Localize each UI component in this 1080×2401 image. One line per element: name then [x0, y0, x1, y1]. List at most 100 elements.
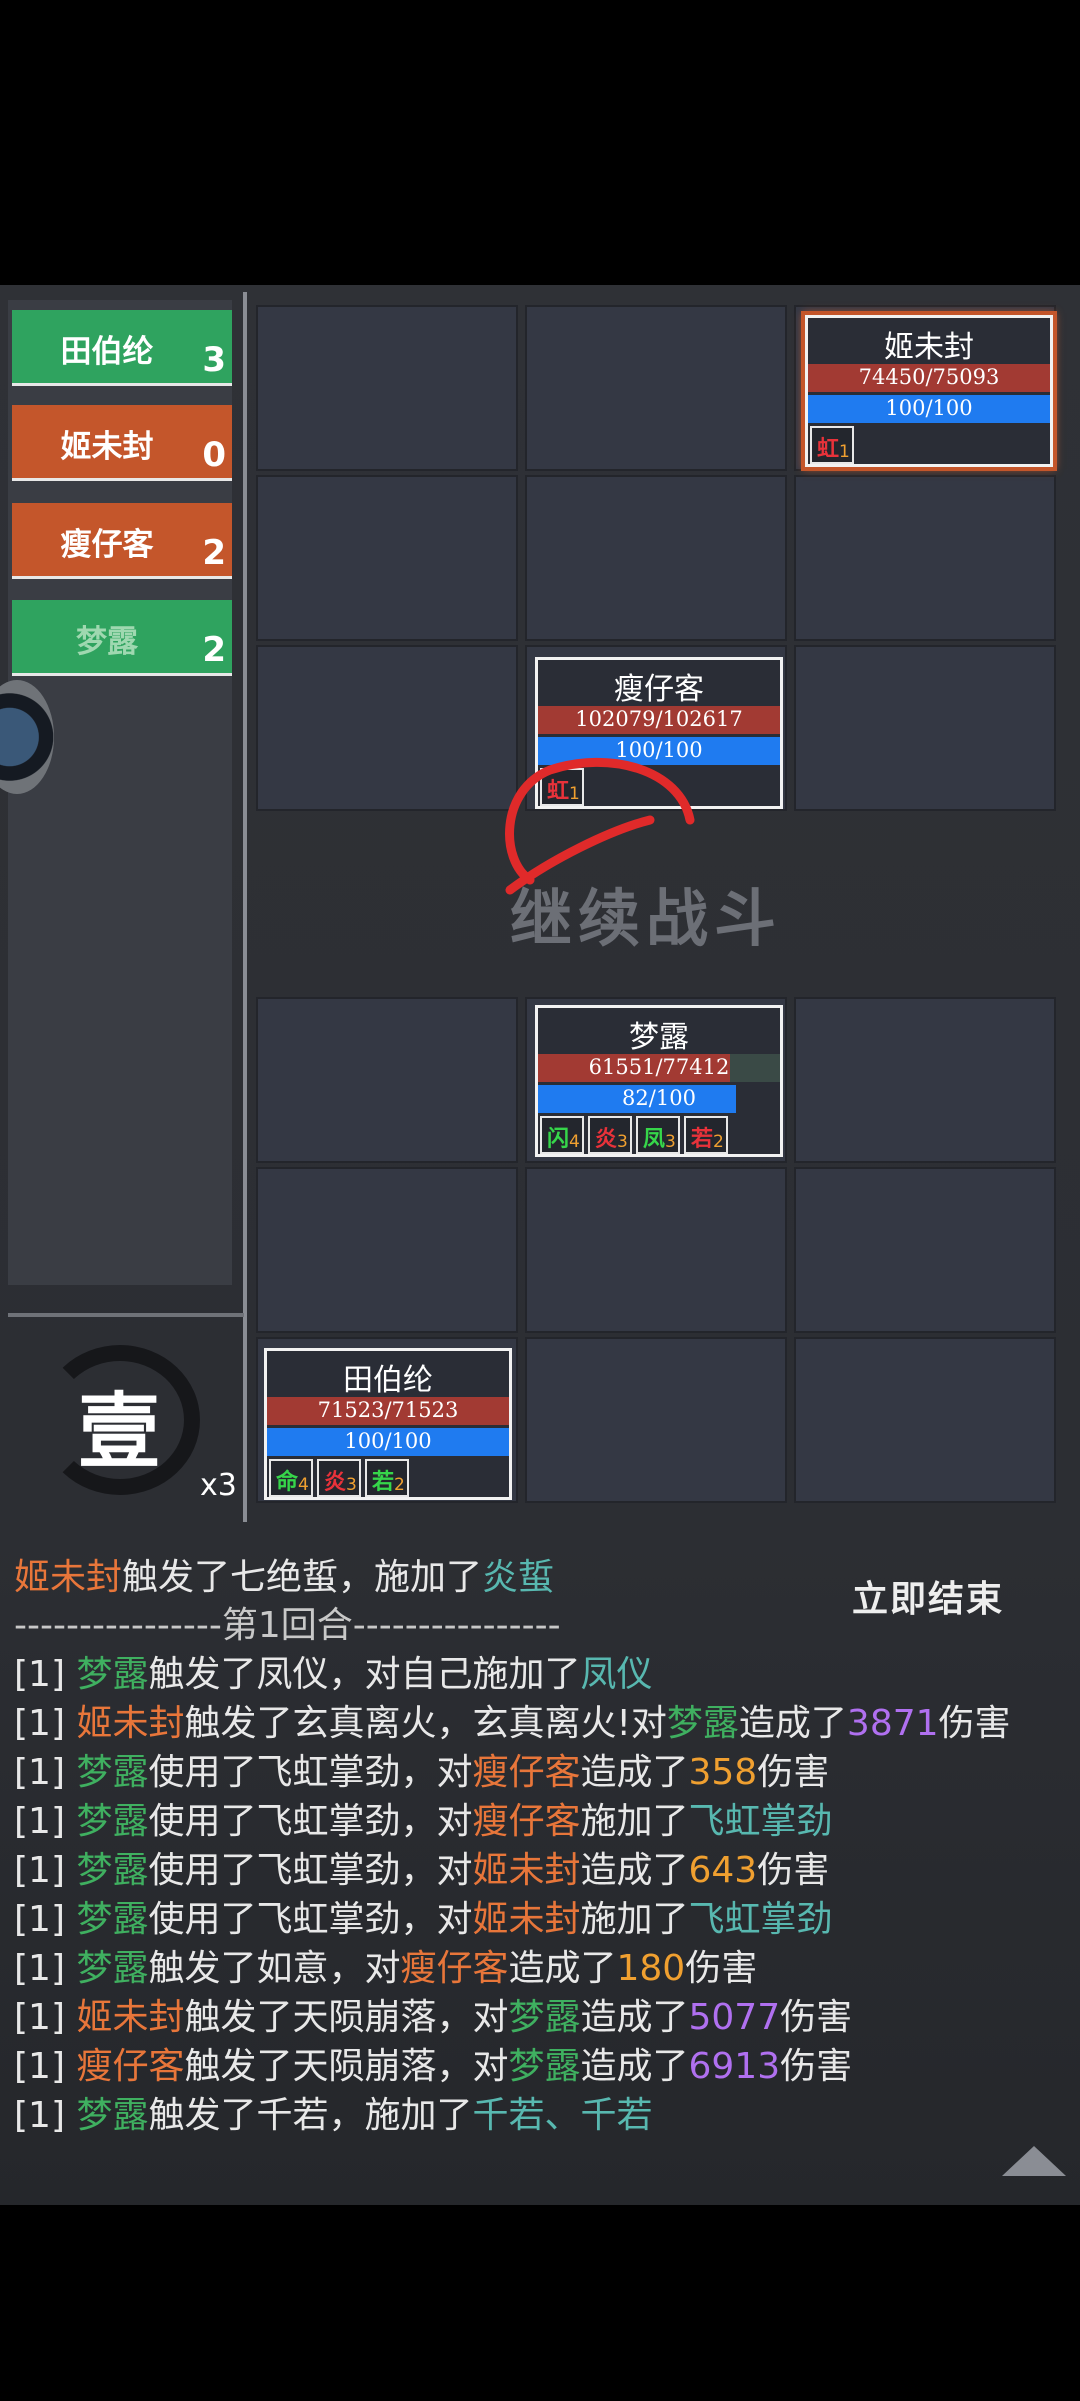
unit-count: 0 [202, 435, 226, 475]
log-line: [1] 梦露使用了飞虹掌劲，对姬未封施加了飞虹掌劲 [14, 1890, 833, 1942]
log-line: [1] 梦露触发了如意，对瘦仔客造成了180伤害 [14, 1939, 757, 1991]
grid-cell[interactable] [256, 1167, 518, 1333]
log-segment: 梦露 [76, 1752, 149, 1793]
grid-cell[interactable] [794, 1337, 1056, 1503]
log-segment: 梦露 [76, 1899, 149, 1940]
unit-tab-shou-zaike[interactable]: 瘦仔客 2 [12, 503, 232, 579]
log-line: [1] 梦露使用了飞虹掌劲，对瘦仔客施加了飞虹掌劲 [14, 1792, 833, 1844]
log-segment: [1] [14, 1997, 77, 2038]
mp-text: 100/100 [344, 1429, 432, 1453]
hp-text: 74450/75093 [858, 365, 1000, 389]
unit-card-menglu[interactable]: 梦露 61551/77412 82/100 闪4 炎3 凤3 若2 [535, 1005, 783, 1157]
unit-count: 2 [202, 533, 226, 573]
status-badge: 若2 [684, 1116, 728, 1154]
log-segment: 凤仪 [580, 1654, 653, 1695]
log-segment: [1] [14, 1801, 77, 1842]
log-segment: 触发了千若，施加了 [148, 2095, 473, 2136]
unit-card-name: 瘦仔客 [614, 672, 704, 707]
grid-cell[interactable] [525, 475, 787, 641]
log-segment: 5077 [688, 1997, 781, 2038]
unit-count: 3 [202, 340, 226, 380]
log-segment: 造成了 [738, 1703, 847, 1744]
log-segment: 使用了飞虹掌劲，对 [148, 1801, 473, 1842]
unit-tab-menglu[interactable]: 梦露 2 [12, 600, 232, 676]
unit-tab-ji-weifeng[interactable]: 姬未封 0 [12, 405, 232, 481]
log-segment: 姬未封 [76, 1997, 185, 2038]
mp-bar: 82/100 [538, 1085, 780, 1113]
hp-bar: 102079/102617 [538, 706, 780, 734]
log-segment: 触发了天陨崩落，对 [184, 2046, 509, 2087]
scroll-up-arrow-icon[interactable] [1002, 2146, 1066, 2176]
status-badge: 命4 [269, 1459, 313, 1497]
log-segment: 使用了飞虹掌劲，对 [148, 1850, 473, 1891]
log-segment: 梦露 [76, 1801, 149, 1842]
status-badge: 炎3 [588, 1116, 632, 1154]
grid-cell[interactable] [794, 1167, 1056, 1333]
mp-text: 82/100 [622, 1086, 696, 1110]
log-segment: 梦露 [76, 1654, 149, 1695]
log-line: [1] 姬未封触发了天陨崩落，对梦露造成了5077伤害 [14, 1988, 852, 2040]
log-segment: 180 [616, 1948, 686, 1989]
log-segment: 造成了 [580, 1850, 689, 1891]
grid-cell[interactable] [525, 1337, 787, 1503]
unit-card-name: 姬未封 [884, 330, 974, 365]
sidebar-divider [243, 292, 247, 1522]
status-badge: 闪4 [540, 1116, 584, 1154]
round-indicator: 壹 [78, 1384, 161, 1480]
log-segment: 梦露 [666, 1703, 739, 1744]
log-segment: [1] [14, 1899, 77, 1940]
unit-tab-tian-bolun[interactable]: 田伯纶 3 [12, 310, 232, 386]
mp-text: 100/100 [885, 396, 973, 420]
log-segment: 伤害 [757, 1850, 830, 1891]
log-segment: 6913 [688, 2046, 781, 2087]
log-segment: 触发了如意，对 [148, 1948, 401, 1989]
log-segment: 炎蜇 [482, 1557, 555, 1598]
hp-text: 71523/71523 [317, 1398, 459, 1422]
log-segment: 梦露 [76, 1948, 149, 1989]
speed-multiplier-button[interactable]: x3 [200, 1468, 237, 1503]
hp-bar: 74450/75093 [808, 364, 1050, 392]
unit-name: 姬未封 [60, 429, 154, 465]
grid-cell[interactable] [525, 305, 787, 471]
log-segment: 梦露 [508, 2046, 581, 2087]
log-line: 姬未封触发了七绝蜇，施加了炎蜇 [14, 1548, 554, 1600]
log-segment: 触发了玄真离火，玄真离火!对 [184, 1703, 667, 1744]
grid-cell[interactable] [525, 1167, 787, 1333]
hp-text: 102079/102617 [575, 707, 743, 731]
log-line: [1] 姬未封触发了玄真离火，玄真离火!对梦露造成了3871伤害 [14, 1694, 1011, 1746]
unit-card-tian-bolun[interactable]: 田伯纶 71523/71523 100/100 命4 炎3 若2 [264, 1348, 512, 1500]
log-segment: [1] [14, 1752, 77, 1793]
log-line: [1] 瘦仔客触发了天陨崩落，对梦露造成了6913伤害 [14, 2037, 852, 2089]
mp-bar: 100/100 [808, 395, 1050, 423]
log-segment: 触发了七绝蜇，施加了 [122, 1557, 483, 1598]
grid-cell[interactable] [794, 997, 1056, 1163]
log-segment: 姬未封 [472, 1899, 581, 1940]
log-segment: 伤害 [780, 1997, 853, 2038]
status-badge: 凤3 [636, 1116, 680, 1154]
grid-cell[interactable] [256, 997, 518, 1163]
log-line: [1] 梦露触发了凤仪，对自己施加了凤仪 [14, 1645, 652, 1697]
log-segment: 瘦仔客 [472, 1801, 581, 1842]
log-line: [1] 梦露使用了飞虹掌劲，对姬未封造成了643伤害 [14, 1841, 829, 1893]
unit-count: 2 [202, 630, 226, 670]
log-segment: 造成了 [580, 1997, 689, 2038]
log-segment: 姬未封 [76, 1703, 185, 1744]
log-segment: 梦露 [76, 2095, 149, 2136]
log-segment: [1] [14, 2095, 77, 2136]
grid-cell[interactable] [794, 475, 1056, 641]
unit-name: 梦露 [76, 624, 138, 660]
end-now-button[interactable]: 立即结束 [852, 1570, 1004, 1622]
log-segment: 姬未封 [472, 1850, 581, 1891]
hp-bar: 71523/71523 [267, 1397, 509, 1425]
grid-cell[interactable] [256, 645, 518, 811]
log-segment: 造成了 [580, 2046, 689, 2087]
status-badge: 炎3 [317, 1459, 361, 1497]
grid-cell[interactable] [794, 645, 1056, 811]
grid-cell[interactable] [256, 305, 518, 471]
unit-name: 田伯纶 [60, 334, 154, 370]
log-segment: 梦露 [76, 1850, 149, 1891]
grid-cell[interactable] [256, 475, 518, 641]
unit-card-ji-weifeng[interactable]: 姬未封 74450/75093 100/100 虹1 [805, 315, 1053, 467]
log-segment: 施加了 [580, 1899, 689, 1940]
log-segment: 姬未封 [14, 1557, 123, 1598]
